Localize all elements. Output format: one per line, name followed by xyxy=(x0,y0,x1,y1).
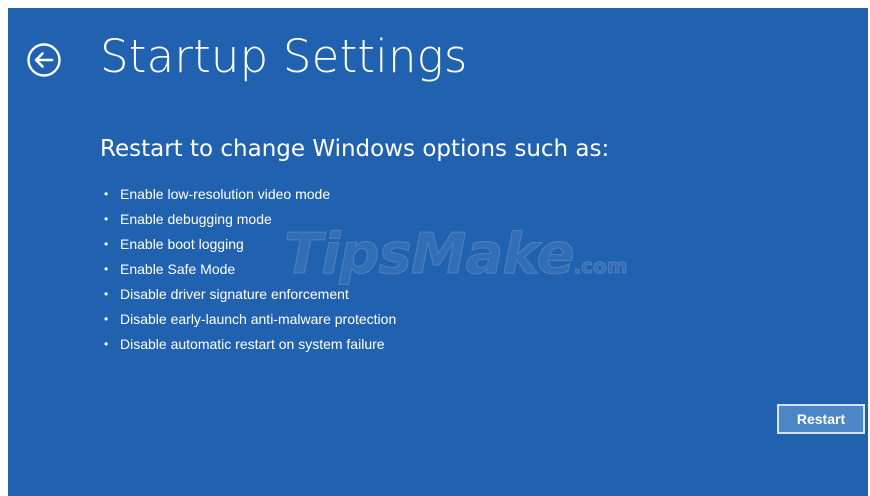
bullet-icon: • xyxy=(104,187,109,201)
list-item: • Disable early-launch anti-malware prot… xyxy=(100,309,396,334)
bullet-icon: • xyxy=(104,337,109,351)
bullet-icon: • xyxy=(104,287,109,301)
option-label: Disable driver signature enforcement xyxy=(120,286,349,302)
list-item: • Enable boot logging xyxy=(100,234,396,259)
startup-settings-screen: Startup Settings Restart to change Windo… xyxy=(8,8,868,496)
option-label: Disable early-launch anti-malware protec… xyxy=(120,311,397,327)
watermark-suffix: .com xyxy=(573,254,628,279)
page-title: Startup Settings xyxy=(100,30,468,83)
list-item: • Enable Safe Mode xyxy=(100,259,396,284)
option-label: Enable Safe Mode xyxy=(120,261,236,277)
option-label: Enable debugging mode xyxy=(120,211,272,227)
list-item: • Disable automatic restart on system fa… xyxy=(100,334,396,359)
option-label: Enable boot logging xyxy=(120,236,244,252)
arrow-left-circle-icon xyxy=(27,43,61,77)
bullet-icon: • xyxy=(104,237,109,251)
bullet-icon: • xyxy=(104,312,109,326)
list-item: • Enable debugging mode xyxy=(100,209,396,234)
option-label: Disable automatic restart on system fail… xyxy=(120,336,385,352)
back-button[interactable] xyxy=(26,42,62,78)
option-label: Enable low-resolution video mode xyxy=(120,186,331,202)
list-item: • Disable driver signature enforcement xyxy=(100,284,396,309)
restart-button[interactable]: Restart xyxy=(777,404,865,434)
page-subtitle: Restart to change Windows options such a… xyxy=(100,136,610,162)
startup-options-list: • Enable low-resolution video mode • Ena… xyxy=(100,184,396,359)
bullet-icon: • xyxy=(104,212,109,226)
bullet-icon: • xyxy=(104,262,109,276)
list-item: • Enable low-resolution video mode xyxy=(100,184,396,209)
